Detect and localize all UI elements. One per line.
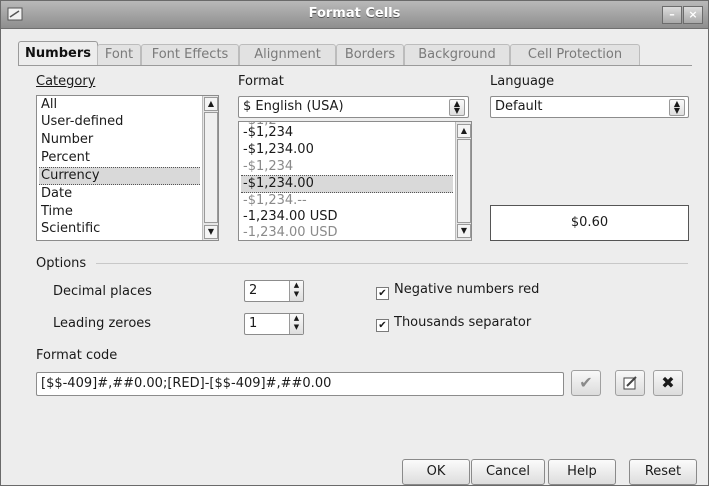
list-item[interactable]: -1,234.00 USD xyxy=(241,225,453,240)
decimal-places-label: Decimal places xyxy=(53,284,152,299)
thousands-separator-label: Thousands separator xyxy=(394,315,532,330)
edit-comment-icon xyxy=(623,376,637,390)
tab-alignment[interactable]: Alignment xyxy=(239,44,336,65)
tab-cell-protection[interactable]: Cell Protection xyxy=(510,44,640,65)
list-item[interactable]: User-defined xyxy=(39,114,200,130)
tab-font-effects[interactable]: Font Effects xyxy=(141,44,239,65)
currency-select-value: $ English (USA) xyxy=(243,99,344,114)
negative-red-label: Negative numbers red xyxy=(394,282,540,297)
tab-font[interactable]: Font xyxy=(97,44,141,65)
format-scrollbar[interactable]: ▲ ▼ xyxy=(455,122,471,240)
leading-zeroes-spinner[interactable]: 1 ▲ ▼ xyxy=(244,313,304,335)
language-select-value: Default xyxy=(495,99,543,114)
list-item[interactable]: -$1,234 xyxy=(241,125,453,141)
list-item-selected[interactable]: -$1,234.00 xyxy=(241,175,453,193)
list-item[interactable]: Time xyxy=(39,204,200,220)
cancel-button[interactable]: Cancel xyxy=(471,459,545,485)
category-label: Category xyxy=(36,74,96,89)
scroll-thumb[interactable] xyxy=(204,112,218,223)
tab-background[interactable]: Background xyxy=(404,44,510,65)
list-item[interactable]: Number xyxy=(39,132,200,148)
format-list[interactable]: -$1,2 -$1,234 -$1,234.00 -$1,234 -$1,234… xyxy=(238,121,472,241)
format-cells-dialog: Format Cells – × Numbers Font Font Effec… xyxy=(0,0,709,486)
currency-select[interactable]: $ English (USA) ▲ ▼ xyxy=(238,96,469,118)
reset-button[interactable]: Reset xyxy=(629,459,697,485)
close-button[interactable]: × xyxy=(683,6,703,24)
leading-zeroes-value: 1 xyxy=(249,316,258,331)
options-label: Options xyxy=(36,256,87,271)
updown-arrow-icon[interactable]: ▲ ▼ xyxy=(669,99,685,116)
leading-zeroes-label: Leading zeroes xyxy=(53,316,152,331)
format-preview: $0.60 xyxy=(490,205,689,241)
category-list[interactable]: All User-defined Number Percent Currency… xyxy=(36,95,219,241)
list-item[interactable]: -1,234.00 USD xyxy=(241,209,453,225)
negative-red-checkbox[interactable]: ✔ xyxy=(376,287,389,300)
language-select[interactable]: Default ▲ ▼ xyxy=(490,96,689,118)
decimal-places-value: 2 xyxy=(249,283,258,298)
updown-arrow-icon[interactable]: ▲ ▼ xyxy=(449,99,465,116)
scroll-up-icon[interactable]: ▲ xyxy=(457,124,471,138)
help-button[interactable]: Help xyxy=(548,459,616,485)
list-item[interactable]: Percent xyxy=(39,150,200,166)
list-item-selected[interactable]: Currency xyxy=(39,167,200,185)
spin-arrows-icon[interactable]: ▲ ▼ xyxy=(289,281,303,301)
edit-comment-button[interactable] xyxy=(615,370,645,396)
thousands-separator-checkbox[interactable]: ✔ xyxy=(376,319,389,332)
accept-code-button[interactable]: ✔ xyxy=(571,370,601,396)
list-item[interactable]: Scientific xyxy=(39,221,200,237)
list-item[interactable]: All xyxy=(39,97,200,113)
title-bar: Format Cells – × xyxy=(1,1,708,29)
tab-borders[interactable]: Borders xyxy=(336,44,404,65)
scroll-down-icon[interactable]: ▼ xyxy=(204,225,218,239)
category-scrollbar[interactable]: ▲ ▼ xyxy=(202,96,218,240)
delete-code-button[interactable]: ✖ xyxy=(653,370,683,396)
list-item[interactable]: Date xyxy=(39,186,200,202)
format-code-input[interactable]: [$$-409]#,##0.00;[RED]-[$$-409]#,##0.00 xyxy=(36,372,564,396)
scroll-up-icon[interactable]: ▲ xyxy=(204,97,218,111)
format-label: Format xyxy=(238,74,284,89)
decimal-places-spinner[interactable]: 2 ▲ ▼ xyxy=(244,280,304,302)
list-item[interactable]: -$1,234.00 xyxy=(241,142,453,158)
ok-button[interactable]: OK xyxy=(402,459,470,485)
minimize-button[interactable]: – xyxy=(662,6,682,24)
checkmark-icon: ✔ xyxy=(579,373,593,392)
language-label: Language xyxy=(490,74,555,89)
scroll-down-icon[interactable]: ▼ xyxy=(457,224,471,238)
list-item[interactable]: -$1,234.-- xyxy=(241,193,453,209)
delete-x-icon: ✖ xyxy=(661,373,675,392)
tab-numbers[interactable]: Numbers xyxy=(18,41,98,66)
format-code-label: Format code xyxy=(36,348,118,363)
spin-arrows-icon[interactable]: ▲ ▼ xyxy=(289,314,303,334)
options-separator xyxy=(96,263,688,264)
scroll-thumb[interactable] xyxy=(457,139,471,223)
window-title: Format Cells xyxy=(308,6,401,21)
list-item[interactable]: -$1,234 xyxy=(241,159,453,175)
